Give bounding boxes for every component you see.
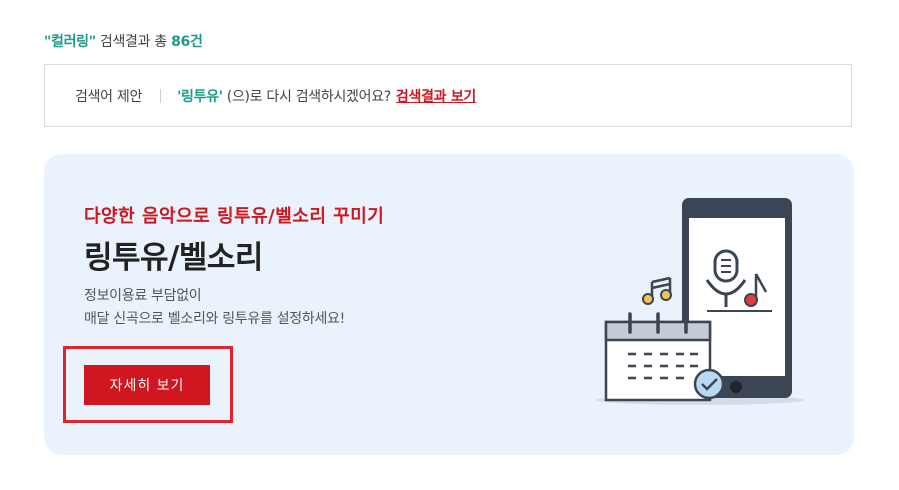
banner-title: 링투유/벨소리 bbox=[84, 240, 263, 276]
ringtone-banner: 다양한 음악으로 링투유/벨소리 꾸미기 링투유/벨소리 정보이용료 부담없이 … bbox=[44, 154, 854, 455]
view-results-link[interactable]: 검색결과 보기 bbox=[396, 86, 476, 106]
banner-desc-line: 정보이용료 부담없이 bbox=[84, 288, 202, 304]
result-count-text: 검색결과 총 bbox=[95, 34, 172, 50]
divider bbox=[160, 88, 162, 103]
search-keyword: "컬러링" bbox=[44, 34, 96, 50]
music-note-icon bbox=[642, 276, 672, 305]
banner-subtitle: 다양한 음악으로 링투유/벨소리 꾸미기 bbox=[84, 206, 385, 227]
check-icon bbox=[693, 368, 725, 400]
suggested-term: '링투유' bbox=[177, 88, 223, 105]
banner-description: 정보이용료 부담없이 매달 신곡으로 벨소리와 링투유를 설정하세요! bbox=[84, 285, 345, 331]
banner-desc-line: 매달 신곡으로 벨소리와 링투유를 설정하세요! bbox=[84, 311, 345, 327]
search-result-header: "컬러링" 검색결과 총 86건 bbox=[44, 31, 203, 51]
search-suggestion-box: 검색어 제안 '링투유' (으)로 다시 검색하시겠어요? 검색결과 보기 bbox=[44, 64, 852, 127]
ringtone-illustration bbox=[596, 198, 804, 405]
suggestion-question: (으)로 다시 검색하시겠어요? bbox=[226, 88, 391, 105]
view-details-button[interactable]: 자세히 보기 bbox=[84, 365, 210, 405]
suggestion-label: 검색어 제안 bbox=[75, 88, 143, 105]
result-count: 86건 bbox=[171, 34, 203, 50]
